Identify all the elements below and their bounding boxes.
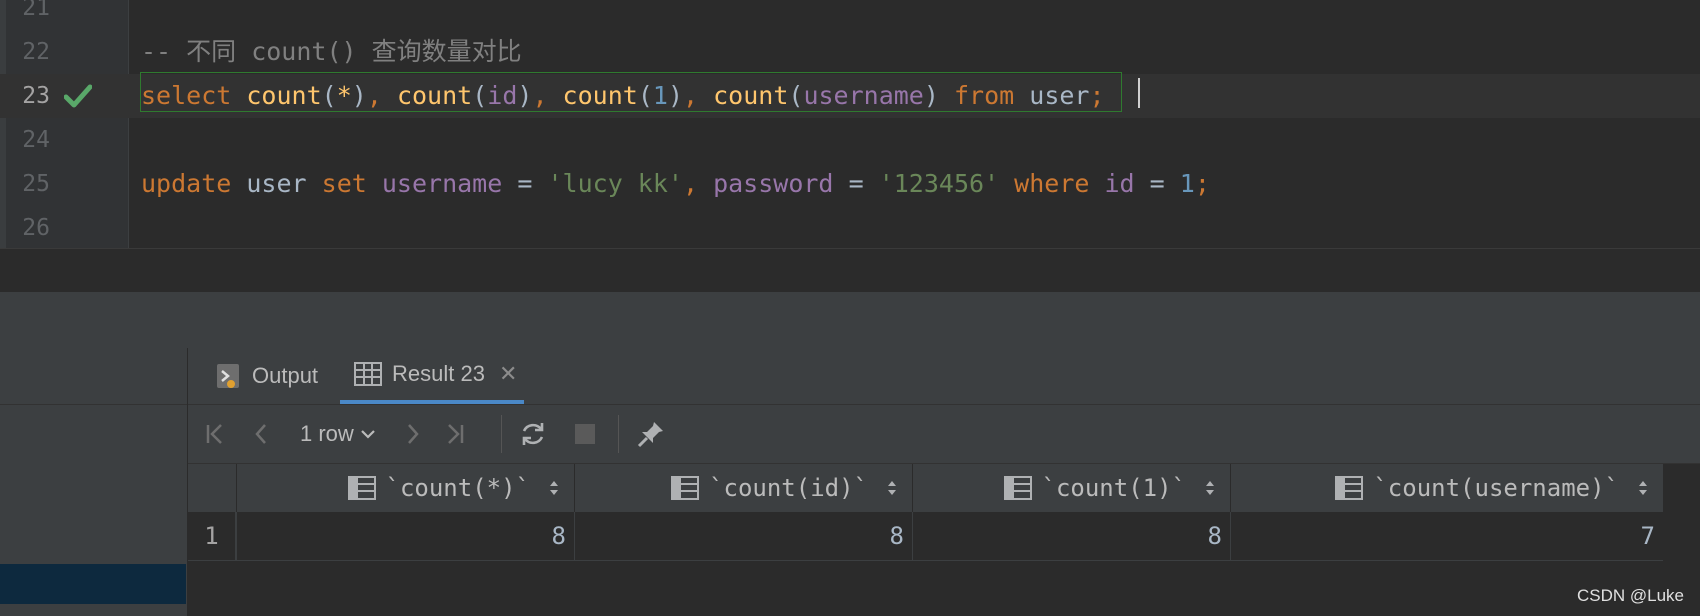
first-page-button[interactable] [196, 415, 234, 453]
toolbar-separator [618, 415, 619, 453]
column-header-label: `count(id)` [709, 474, 868, 502]
operator-equals: = [1149, 169, 1165, 198]
chevron-right-icon [408, 424, 419, 444]
refresh-button[interactable] [514, 415, 552, 453]
cell-count-1[interactable]: 8 [912, 512, 1230, 560]
line-number: 26 [22, 215, 50, 241]
executed-statement-highlight [140, 72, 1122, 112]
divider [0, 404, 187, 405]
pin-tab-button[interactable] [632, 415, 670, 453]
code-line-26[interactable]: 26 [0, 206, 1700, 250]
comma: , [682, 169, 699, 198]
column-icon [347, 476, 376, 500]
column-header-count-username[interactable]: `count(username)` [1230, 464, 1663, 512]
number-literal: 1 [1179, 169, 1195, 198]
stop-button[interactable] [566, 415, 604, 453]
column-header-count-1[interactable]: `count(1)` [912, 464, 1230, 512]
result-toolbar: 1 row [188, 405, 1700, 464]
sort-icon[interactable] [548, 478, 560, 498]
panel-splitter[interactable] [0, 292, 1700, 349]
tab-result-23[interactable]: Result 23 ✕ [340, 348, 524, 404]
column-header-count-id[interactable]: `count(id)` [574, 464, 912, 512]
first-page-icon [206, 424, 222, 444]
text-caret [1138, 78, 1140, 108]
row-count-label: 1 row [300, 421, 354, 446]
services-sidebar [0, 348, 188, 616]
cell-count-username[interactable]: 7 [1230, 512, 1663, 560]
column-icon [671, 476, 700, 500]
watermark: CSDN @Luke [1576, 586, 1684, 605]
table-row[interactable]: 1 8 8 8 7 [188, 512, 1663, 561]
sql-update-statement: update user set username = 'lucy kk', pa… [141, 162, 1210, 206]
sort-icon[interactable] [1637, 478, 1649, 498]
services-result-panel: Output Result 23 ✕ 1 row `count(*)` `cou… [188, 348, 1700, 616]
line-number: 21 [22, 0, 50, 21]
editor-empty-area[interactable] [0, 248, 1700, 293]
result-tabbar: Output Result 23 ✕ [188, 348, 1700, 405]
keyword-where: where [1014, 169, 1090, 198]
column-header-label: `count(username)` [1373, 474, 1619, 502]
result-grid-header: `count(*)` `count(id)` `count(1)` `count… [188, 464, 1663, 513]
last-page-icon [448, 424, 464, 444]
previous-page-button[interactable] [242, 415, 280, 453]
selected-session-item[interactable] [0, 564, 186, 604]
column-id: id [1104, 169, 1135, 198]
line-number: 23 [22, 83, 50, 109]
line-number: 25 [22, 171, 50, 197]
stop-icon [575, 424, 595, 444]
line-number: 24 [22, 127, 50, 153]
refresh-icon [522, 423, 544, 445]
cell-count-id[interactable]: 8 [574, 512, 912, 560]
string-literal: 'lucy kk' [547, 169, 683, 198]
execution-success-check-icon [64, 84, 92, 108]
operator-equals: = [517, 169, 533, 198]
next-page-button[interactable] [394, 415, 432, 453]
pin-icon [637, 422, 663, 448]
last-page-button[interactable] [436, 415, 474, 453]
sort-icon[interactable] [886, 478, 898, 498]
column-username: username [381, 169, 503, 198]
close-tab-icon[interactable]: ✕ [499, 361, 517, 387]
sort-icon[interactable] [1204, 478, 1216, 498]
column-header-label: `count(1)` [1041, 474, 1187, 502]
row-count-dropdown[interactable]: 1 row [300, 415, 376, 453]
semicolon: ; [1194, 169, 1210, 198]
toolbar-separator [501, 415, 502, 453]
column-icon [1335, 476, 1364, 500]
code-line-21[interactable]: 21 [0, 0, 1700, 30]
row-number-header [188, 464, 236, 512]
sql-editor[interactable]: 21 22 -- 不同 count() 查询数量对比 23 select cou… [0, 0, 1700, 293]
line-number: 22 [22, 39, 50, 65]
table-grid-icon [354, 362, 382, 386]
keyword-set: set [321, 169, 367, 198]
tab-label: Result 23 [392, 361, 485, 386]
column-header-label: `count(*)` [385, 474, 531, 502]
column-icon [1003, 476, 1032, 500]
code-line-22[interactable]: 22 -- 不同 count() 查询数量对比 [0, 30, 1700, 74]
sql-comment: -- 不同 count() 查询数量对比 [141, 37, 522, 66]
column-header-count-star[interactable]: `count(*)` [236, 464, 574, 512]
output-console-icon [217, 364, 239, 388]
code-line-25[interactable]: 25 update user set username = 'lucy kk',… [0, 162, 1700, 206]
cell-count-star[interactable]: 8 [236, 512, 574, 560]
row-number: 1 [188, 512, 236, 560]
operator-equals: = [848, 169, 864, 198]
chevron-down-icon [361, 430, 375, 439]
tab-label: Output [252, 363, 319, 388]
column-password: password [713, 169, 834, 198]
keyword-update: update [141, 169, 232, 198]
code-line-24[interactable]: 24 [0, 118, 1700, 162]
string-literal: '123456' [878, 169, 1000, 198]
chevron-left-icon [255, 424, 266, 444]
tab-output[interactable]: Output [216, 348, 318, 404]
table-name: user [246, 169, 307, 198]
